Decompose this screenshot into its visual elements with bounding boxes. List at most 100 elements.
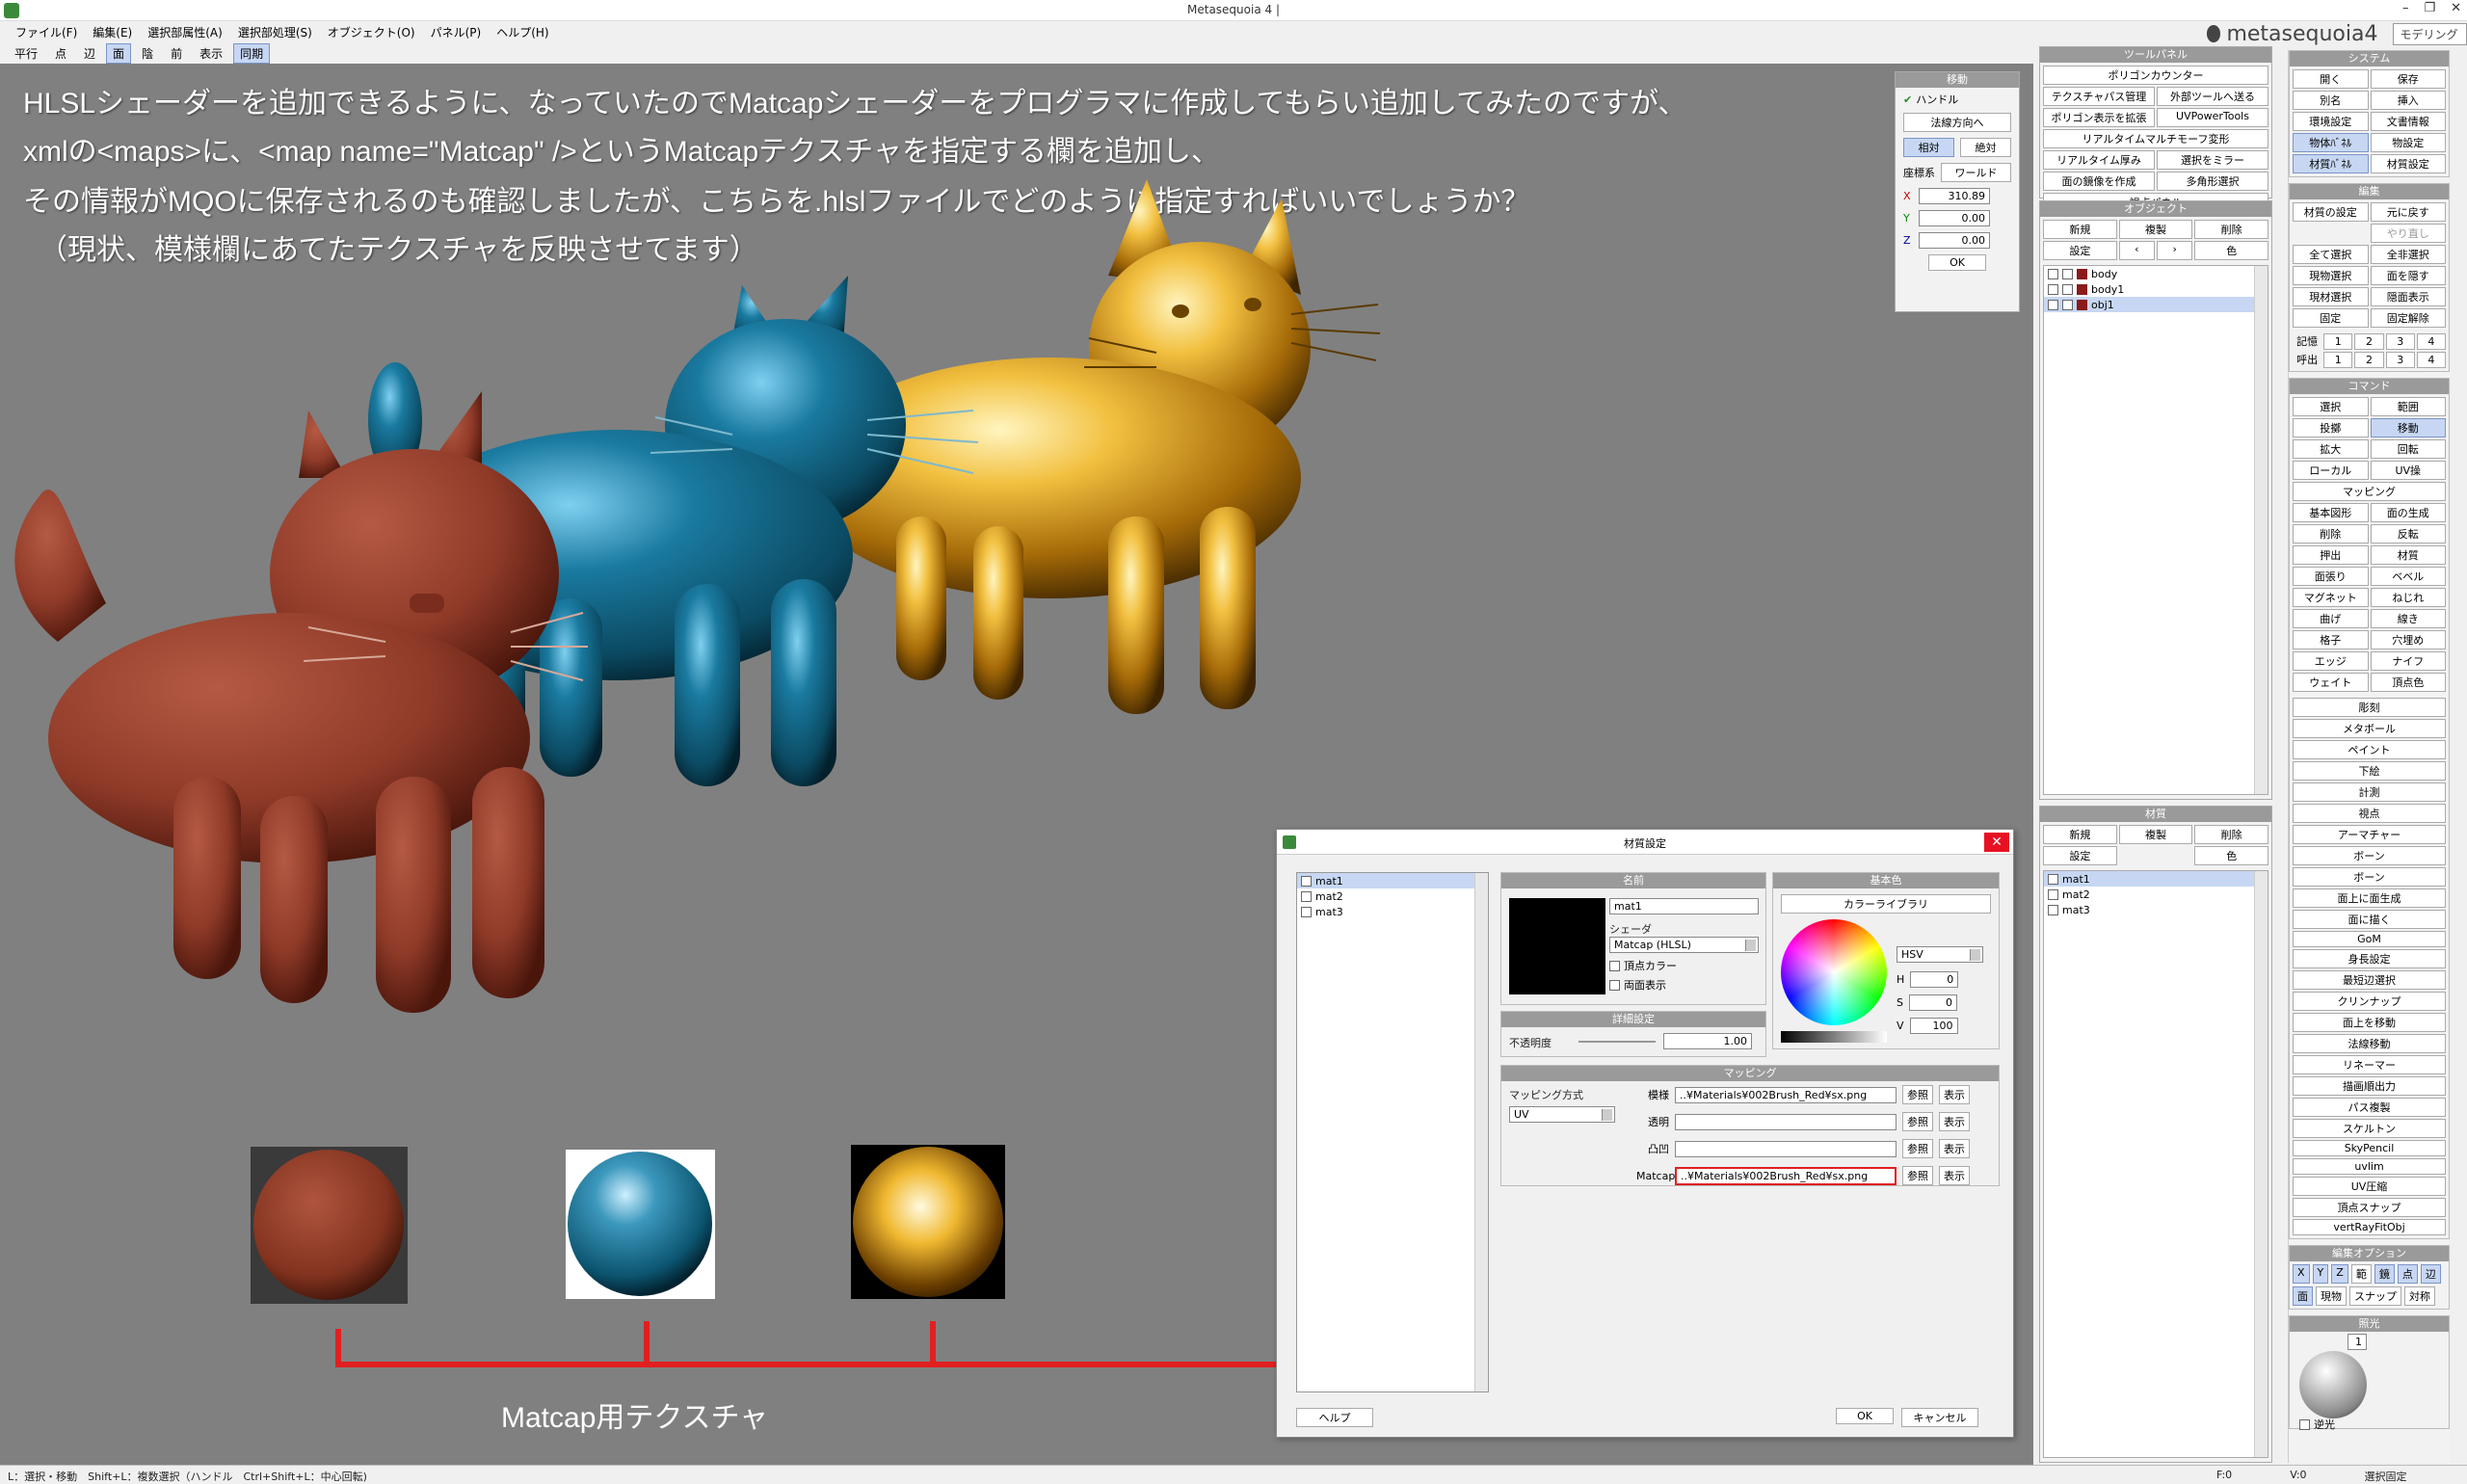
list-item[interactable]: mat3 xyxy=(1297,904,1488,919)
tool-item[interactable]: 外部ツールへ送る xyxy=(2157,87,2268,106)
parallel-button[interactable]: 平行 xyxy=(8,43,44,64)
object-settings-button[interactable]: 設定 xyxy=(2043,241,2117,260)
display-button[interactable]: 表示 xyxy=(193,43,229,64)
select-current-object-button[interactable]: 現物選択 xyxy=(2293,266,2369,285)
magnet-command[interactable]: マグネット xyxy=(2293,588,2369,607)
hide-button[interactable]: 陰 xyxy=(135,43,160,64)
armature-command[interactable]: アーマチャー xyxy=(2293,825,2446,844)
menu-selection-attr[interactable]: 選択部属性(A) xyxy=(144,23,226,41)
pattern-show-button[interactable]: 表示 xyxy=(1939,1085,1970,1104)
material-new-button[interactable]: 新規 xyxy=(2043,825,2117,844)
matcap-map-field[interactable]: ..¥Materials¥002Brush_Red¥sx.png xyxy=(1675,1166,1897,1185)
tool-item[interactable]: リアルタイム厚み xyxy=(2043,150,2155,170)
list-item[interactable]: mat2 xyxy=(2044,887,2268,902)
memory-slot[interactable]: 1 xyxy=(2323,333,2353,350)
sculpt-command[interactable]: 彫刻 xyxy=(2293,698,2446,717)
checkbox[interactable] xyxy=(2048,904,2058,915)
menu-selection-proc[interactable]: 選択部処理(S) xyxy=(234,23,316,41)
eye-icon[interactable] xyxy=(2048,268,2058,279)
primitive-command[interactable]: 基本図形 xyxy=(2293,503,2369,522)
face-mode-button[interactable]: 面 xyxy=(106,42,132,64)
list-item[interactable]: body xyxy=(2044,266,2268,281)
checkbox[interactable] xyxy=(1301,906,1312,917)
menu-edit[interactable]: 編集(E) xyxy=(89,23,136,41)
memory-slot[interactable]: 2 xyxy=(2354,333,2384,350)
lock-icon[interactable] xyxy=(2062,299,2073,310)
bump-browse-button[interactable]: 参照 xyxy=(1902,1139,1933,1158)
paint-command[interactable]: ペイント xyxy=(2293,740,2446,759)
undo-button[interactable]: 元に戻す xyxy=(2370,202,2446,222)
local-command[interactable]: ローカル xyxy=(2293,461,2369,480)
material-delete-button[interactable]: 削除 xyxy=(2194,825,2268,844)
material-settings-toggle[interactable]: 材質設定 xyxy=(2370,154,2446,173)
checkbox[interactable] xyxy=(2048,888,2058,900)
symmetry-toggle[interactable]: 対称 xyxy=(2404,1286,2435,1306)
handle-toggle[interactable]: ハンドル xyxy=(1916,92,1958,107)
measure-command[interactable]: 計測 xyxy=(2293,782,2446,802)
v-field[interactable]: 100 xyxy=(1909,1018,1958,1034)
lock-icon[interactable] xyxy=(2062,283,2073,295)
alpha-map-field[interactable] xyxy=(1675,1113,1897,1130)
delete-command[interactable]: 削除 xyxy=(2293,524,2369,543)
plugin-command[interactable]: 法線移動 xyxy=(2293,1034,2446,1053)
knife-command[interactable]: ナイフ xyxy=(2370,651,2446,671)
edge-toggle[interactable]: 辺 xyxy=(2420,1264,2441,1284)
recall-slot[interactable]: 3 xyxy=(2385,352,2415,368)
vertex-color-command[interactable]: 頂点色 xyxy=(2370,673,2446,692)
double-sided-checkbox[interactable] xyxy=(1609,979,1620,991)
plugin-command[interactable]: 頂点スナップ xyxy=(2293,1198,2446,1217)
select-all-button[interactable]: 全て選択 xyxy=(2293,245,2369,264)
plugin-command[interactable]: ボーン xyxy=(2293,867,2446,887)
material-name-field[interactable]: mat1 xyxy=(1609,898,1759,914)
plugin-command[interactable]: 面上を移動 xyxy=(2293,1013,2446,1032)
fill-hole-command[interactable]: 穴埋め xyxy=(2370,630,2446,649)
x-value-field[interactable]: 310.89 xyxy=(1919,188,1990,204)
maximize-button[interactable]: ❐ xyxy=(2424,1,2435,15)
bend-command[interactable]: 曲げ xyxy=(2293,609,2369,628)
redo-button[interactable]: やり直し xyxy=(2370,224,2446,243)
preferences-button[interactable]: 環境設定 xyxy=(2293,112,2369,131)
relative-button[interactable]: 相対 xyxy=(1903,138,1954,157)
object-settings-toggle[interactable]: 物設定 xyxy=(2370,133,2446,152)
viewport-3d[interactable]: HLSLシェーダーを追加できるように、なっていたのでMatcapシェーダーをプロ… xyxy=(0,64,2033,1465)
bevel-command[interactable]: ベベル xyxy=(2370,567,2446,586)
material-color-button[interactable]: 色 xyxy=(2194,846,2268,865)
h-field[interactable]: 0 xyxy=(1910,971,1959,988)
viewpoint-command[interactable]: 視点 xyxy=(2293,804,2446,823)
point-toggle[interactable]: 点 xyxy=(2397,1264,2418,1284)
opacity-field[interactable]: 1.00 xyxy=(1663,1033,1752,1049)
light-count-field[interactable]: 1 xyxy=(2348,1334,2367,1350)
menu-object[interactable]: オブジェクト(O) xyxy=(324,23,419,41)
material-panel-toggle[interactable]: 材質ﾊﾞﾈﾙ xyxy=(2293,154,2369,173)
matcap-show-button[interactable]: 表示 xyxy=(1939,1166,1970,1185)
checkbox[interactable] xyxy=(1301,875,1312,887)
scrollbar[interactable] xyxy=(2254,266,2268,794)
scrollbar[interactable] xyxy=(2254,871,2268,1457)
edge-mode-button[interactable]: 辺 xyxy=(77,43,102,64)
scrollbar[interactable] xyxy=(1474,873,1488,1391)
twist-command[interactable]: ねじれ xyxy=(2370,588,2446,607)
light-sphere[interactable] xyxy=(2299,1351,2367,1418)
list-item[interactable]: mat2 xyxy=(1297,888,1488,904)
object-color-button[interactable]: 色 xyxy=(2194,241,2268,260)
mapping-command[interactable]: マッピング xyxy=(2293,482,2446,501)
coord-select[interactable]: ワールド xyxy=(1941,163,2011,182)
object-next-button[interactable]: › xyxy=(2157,241,2193,260)
tool-item[interactable]: ポリゴンカウンター xyxy=(2043,66,2268,85)
flip-command[interactable]: 反転 xyxy=(2370,524,2446,543)
plugin-command[interactable]: 最短辺選択 xyxy=(2293,970,2446,990)
move-ok-button[interactable]: OK xyxy=(1928,254,1986,271)
minimize-button[interactable]: – xyxy=(2402,1,2409,15)
eye-icon[interactable] xyxy=(2048,299,2058,310)
material-copy-button[interactable]: 複製 xyxy=(2118,825,2193,844)
axis-z-toggle[interactable]: Z xyxy=(2331,1264,2348,1284)
opacity-slider[interactable] xyxy=(1578,1041,1656,1043)
alpha-show-button[interactable]: 表示 xyxy=(1939,1112,1970,1131)
material-assign-button[interactable]: 材質の設定 xyxy=(2293,202,2369,222)
edge-command[interactable]: エッジ xyxy=(2293,651,2369,671)
save-as-button[interactable]: 別名 xyxy=(2293,91,2369,110)
z-value-field[interactable]: 0.00 xyxy=(1919,232,1990,249)
list-item[interactable]: mat3 xyxy=(2044,902,2268,917)
pattern-map-field[interactable]: ..¥Materials¥002Brush_Red¥sx.png xyxy=(1675,1086,1897,1103)
object-copy-button[interactable]: 複製 xyxy=(2118,220,2193,239)
